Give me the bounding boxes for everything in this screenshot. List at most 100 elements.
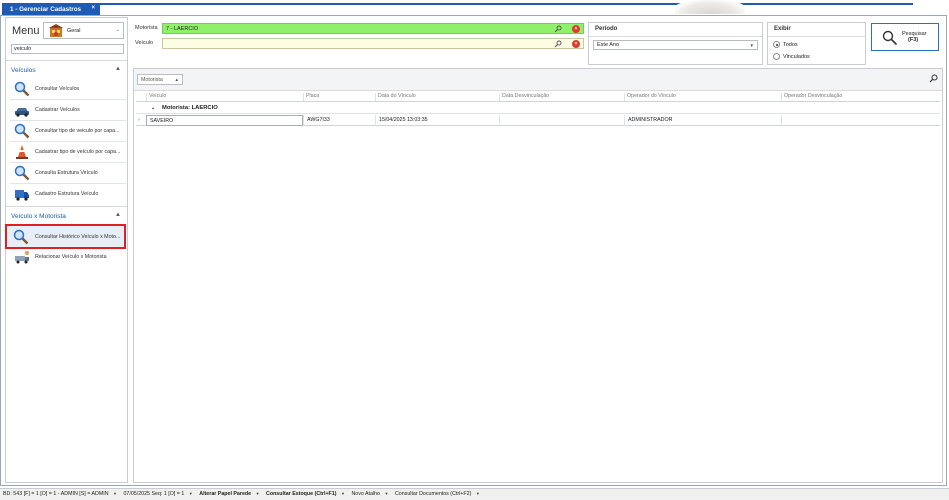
search-icon: [14, 123, 30, 139]
cell-placa[interactable]: AWG7I33: [303, 115, 375, 126]
row-indicator-icon: ›: [138, 117, 140, 123]
tab-gerenciar-cadastros[interactable]: 1 - Gerenciar Cadastros ×: [2, 3, 100, 15]
table-row[interactable]: › SAVEIRO AWG7I33 15/04/2025 13:03:35 AD…: [136, 115, 940, 126]
menu-item-cadastrar-veiculos[interactable]: Cadastrar Veículos: [10, 100, 126, 120]
chevron-down-icon: ▼: [749, 43, 754, 48]
divider: [6, 206, 127, 207]
menu-item-label: Cadastro Estrutura Veículo: [35, 191, 99, 197]
cell-data-vinculo[interactable]: 15/04/2025 13:03:35: [375, 115, 499, 126]
radio-todos[interactable]: [773, 41, 780, 48]
results-grid: Motorista ▲ Veículo Placa Data do Víncul…: [133, 68, 943, 483]
menu-item-consultar-historico[interactable]: Consultar Histórico Veículo x Moto...: [5, 224, 126, 249]
lookup-icon[interactable]: [554, 40, 562, 48]
clear-veiculo-icon[interactable]: ×: [572, 40, 580, 48]
menu-title: Menu: [12, 25, 40, 37]
veiculo-field[interactable]: [162, 38, 584, 49]
status-bar: BD: 543 [F] = 1 [O] = 1 - ADMIN [S] = AD…: [0, 488, 949, 500]
tab-title: 1 - Gerenciar Cadastros: [10, 6, 82, 13]
background-decoration: [675, 0, 745, 14]
column-header-operador-vinculo[interactable]: Operador do Vínculo: [624, 93, 781, 101]
menu-item-label: Cadastrar Veículos: [35, 107, 80, 113]
menu-item-label: Cadastrar tipo de veículo por capa...: [35, 149, 121, 155]
radio-vinculados[interactable]: [773, 53, 780, 60]
tab-underline: [100, 3, 913, 15]
menu-item-label: Consultar tipo de veiculo por capa...: [35, 128, 120, 134]
menu-search-input[interactable]: veiculo: [11, 44, 124, 54]
search-icon: [882, 30, 898, 46]
status-info: BD: 543 [F] = 1 [O] = 1 - ADMIN [S] = AD…: [3, 491, 109, 497]
group-row-motorista[interactable]: ⌄ Motorista: LAERCIO: [136, 103, 940, 114]
radio-vinculados-label: Vinculados: [783, 54, 810, 60]
chevron-down-icon[interactable]: ▼: [341, 491, 345, 496]
collapse-icon[interactable]: ⌄: [151, 105, 155, 111]
chevron-down-icon[interactable]: ▼: [385, 491, 389, 496]
status-date-seq: 07/05/2025 Seq: 1 [O] = 1: [123, 491, 185, 497]
grid-search-icon[interactable]: [929, 74, 938, 83]
periodo-select[interactable]: Este Ano ▼: [593, 40, 758, 50]
groupby-chip-motorista[interactable]: Motorista ▲: [137, 74, 183, 85]
clear-motorista-icon[interactable]: ×: [572, 25, 580, 33]
cell-operador-desvinculacao[interactable]: [781, 115, 940, 126]
column-header-data-desvinculacao[interactable]: Data Desvinculação: [499, 93, 624, 101]
column-header-operador-desvinculacao[interactable]: Operador Desvinculação: [781, 93, 941, 101]
divider: [136, 101, 940, 102]
profile-select[interactable]: Geral ⌄: [43, 22, 124, 39]
menu-item-consultar-tipo-veiculo[interactable]: Consultar tipo de veiculo por capa...: [10, 121, 126, 141]
search-icon: [13, 229, 29, 245]
truck-icon: [15, 190, 29, 201]
cell-data-desvinculacao[interactable]: [499, 115, 624, 126]
menu-item-cadastro-estrutura[interactable]: Cadastro Estrutura Veículo: [10, 184, 126, 204]
menu-item-consultar-veiculos[interactable]: Consultar Veículos: [10, 79, 126, 99]
menu-item-label: Consultar Veículos: [35, 86, 80, 92]
exibir-panel: Exibir Todos Vinculados: [767, 22, 866, 65]
status-link-novo-atalho[interactable]: Novo Atalho: [351, 491, 380, 497]
group-row-label: Motorista: LAERCIO: [162, 105, 218, 111]
periodo-value: Este Ano: [597, 42, 620, 48]
group-title: Veículo x Motorista: [11, 213, 66, 220]
veiculo-label: Veículo: [135, 40, 154, 46]
search-icon: [14, 81, 30, 97]
chevron-down-icon[interactable]: ▼: [189, 491, 193, 496]
periodo-panel: Período Este Ano ▼: [588, 22, 763, 65]
chevron-down-icon[interactable]: ▼: [113, 491, 117, 496]
chevron-down-icon[interactable]: ▼: [476, 491, 480, 496]
car-icon: [15, 108, 29, 117]
periodo-title: Período: [595, 26, 618, 32]
cell-veiculo[interactable]: SAVEIRO: [146, 115, 303, 126]
chevron-down-icon: ⌄: [115, 27, 120, 33]
motorista-field[interactable]: 7 - LAERCIO: [162, 23, 584, 34]
column-header-data-vinculo[interactable]: Data do Vínculo: [375, 93, 499, 101]
chevron-down-icon[interactable]: ▼: [256, 491, 260, 496]
menu-item-consulta-estrutura[interactable]: Consulta Estrutura Veículo: [10, 163, 126, 183]
exibir-title: Exibir: [774, 26, 791, 32]
divider: [589, 36, 762, 37]
column-header-placa[interactable]: Placa: [303, 93, 375, 101]
chevron-up-icon[interactable]: ▲: [115, 66, 121, 72]
chevron-up-icon[interactable]: ▲: [115, 212, 121, 218]
divider: [768, 36, 865, 37]
sidebar: Menu Geral ⌄ veiculo Veículos ▲ Consulta…: [5, 17, 128, 483]
menu-item-label: Consultar Histórico Veículo x Moto...: [35, 234, 121, 240]
tab-strip: 1 - Gerenciar Cadastros ×: [0, 0, 949, 15]
menu-item-label: Relacionar Veículo x Motorista: [35, 254, 107, 260]
pesquisar-button[interactable]: Pesquisar (F3): [871, 23, 939, 51]
motorista-label: Motorista: [135, 25, 158, 31]
group-header-veiculo-motorista[interactable]: Veículo x Motorista ▲: [6, 209, 127, 223]
cell-operador-vinculo[interactable]: ADMINISTRADOR: [624, 115, 781, 126]
group-title: Veículos: [11, 67, 36, 74]
groupby-bar: Motorista ▲: [134, 69, 942, 91]
profile-label: Geral: [67, 28, 81, 34]
profile-icon: [49, 24, 63, 37]
status-link-consultar-estoque[interactable]: Consultar Estoque (Ctrl+F1): [266, 491, 336, 497]
menu-item-label: Consulta Estrutura Veículo: [35, 170, 98, 176]
status-link-consultar-documentos[interactable]: Consultar Documentos (Ctrl+F2): [395, 491, 471, 497]
column-header-veiculo[interactable]: Veículo: [146, 93, 303, 101]
group-header-veiculos[interactable]: Veículos ▲: [6, 63, 127, 77]
lookup-icon[interactable]: [554, 25, 562, 33]
groupby-chip-label: Motorista: [141, 77, 163, 83]
menu-item-relacionar-veiculo-motorista[interactable]: Relacionar Veículo x Motorista: [10, 247, 126, 267]
status-link-papel-parede[interactable]: Alterar Papel Parede: [199, 491, 251, 497]
tab-close-icon[interactable]: ×: [91, 5, 95, 11]
search-icon: [14, 165, 30, 181]
menu-item-cadastrar-tipo-veiculo[interactable]: Cadastrar tipo de veículo por capa...: [10, 142, 126, 162]
